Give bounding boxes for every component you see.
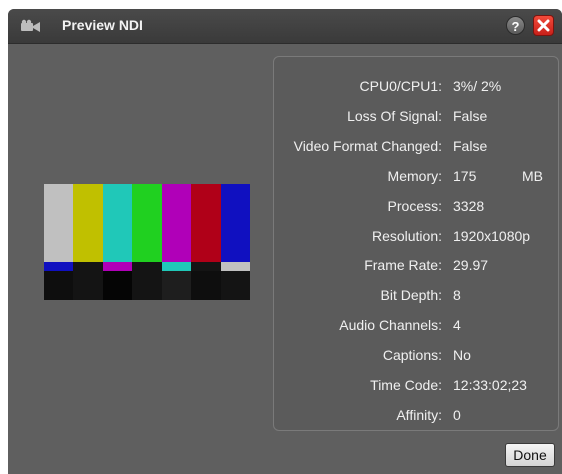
- stat-label: Frame Rate:: [364, 257, 442, 274]
- castellation-bar: [44, 262, 74, 271]
- statistics-panel: CPU0/CPU1: 3%/ 2% Loss Of Signal: False Vide…: [273, 56, 559, 431]
- help-button[interactable]: ?: [506, 16, 525, 35]
- stat-value: 3%/ 2%: [453, 78, 502, 94]
- stat-label: Audio Channels:: [339, 317, 442, 334]
- stat-label: Process:: [387, 197, 442, 214]
- castellation-bar: [132, 262, 163, 271]
- stat-row: Bit Depth: 8: [274, 284, 558, 306]
- castellation-bar: [102, 262, 133, 271]
- pluge-bar: [220, 271, 251, 300]
- color-bar: [44, 184, 74, 262]
- pluge-bar: [102, 271, 133, 300]
- title-bar[interactable]: Preview NDI ?: [8, 9, 562, 44]
- window-title: Preview NDI: [62, 17, 143, 33]
- stat-row: Captions: No: [274, 344, 558, 366]
- close-button[interactable]: [533, 15, 554, 36]
- close-icon: [537, 19, 550, 32]
- stat-value: 3328: [453, 197, 485, 214]
- stat-label: Resolution:: [371, 227, 442, 244]
- color-bar: [161, 184, 192, 262]
- stat-row: Audio Channels: 4: [274, 314, 558, 336]
- stat-label: Affinity:: [396, 406, 442, 423]
- castellation-bar: [220, 262, 251, 271]
- color-bar: [191, 184, 222, 262]
- castellation-bar: [191, 262, 222, 271]
- stat-unit: MB: [522, 167, 543, 184]
- preview-ndi-window: Preview NDI ? CPU0/CPU1: 3%/ 2% Loss Of Si…: [8, 9, 562, 474]
- color-bar: [132, 184, 163, 262]
- stat-row: Process: 3328: [274, 195, 558, 217]
- stat-label: Video Format Changed:: [293, 137, 442, 154]
- stat-row: CPU0/CPU1: 3%/ 2%: [274, 75, 558, 97]
- color-bars-preview: [44, 184, 251, 300]
- stat-label: Captions:: [382, 347, 442, 364]
- stat-value: 12:33:02;23: [453, 377, 527, 393]
- castellation-bar: [161, 262, 192, 271]
- done-button[interactable]: Done: [505, 443, 555, 467]
- stat-value: 4: [453, 317, 461, 334]
- stat-value: False: [453, 137, 488, 154]
- stat-value: 0: [453, 406, 461, 423]
- stat-row: Resolution: 1920x1080p: [274, 225, 558, 247]
- pluge-bar: [161, 271, 192, 300]
- stat-value: False: [453, 107, 488, 124]
- pluge-bar: [73, 271, 104, 300]
- stat-label: CPU0/CPU1:: [359, 78, 442, 94]
- stat-value: 1920x1080p: [453, 227, 531, 244]
- color-bar: [73, 184, 104, 262]
- video-camera-icon: [21, 19, 40, 32]
- stat-label: Time Code:: [370, 377, 442, 393]
- pluge-bar: [44, 271, 74, 300]
- pluge-bar: [132, 271, 163, 300]
- castellation-bar: [73, 262, 104, 271]
- stat-value: 29.97: [453, 257, 489, 274]
- stat-row: Video Format Changed: False: [274, 135, 558, 157]
- stat-value: No: [453, 347, 471, 364]
- stat-label: Loss Of Signal:: [347, 107, 442, 124]
- color-bar: [102, 184, 133, 262]
- stat-label: Memory:: [387, 167, 442, 184]
- color-bar: [220, 184, 251, 262]
- stat-label: Bit Depth:: [380, 287, 442, 304]
- stat-row: Memory: 175 MB: [274, 165, 558, 187]
- stat-row: Time Code: 12:33:02;23: [274, 374, 558, 396]
- stat-row: Frame Rate: 29.97: [274, 254, 558, 276]
- stat-value: 175: [453, 167, 477, 184]
- pluge-bar: [191, 271, 222, 300]
- stat-row: Loss Of Signal: False: [274, 105, 558, 127]
- stat-value: 8: [453, 287, 461, 304]
- stat-row: Affinity: 0: [274, 404, 558, 426]
